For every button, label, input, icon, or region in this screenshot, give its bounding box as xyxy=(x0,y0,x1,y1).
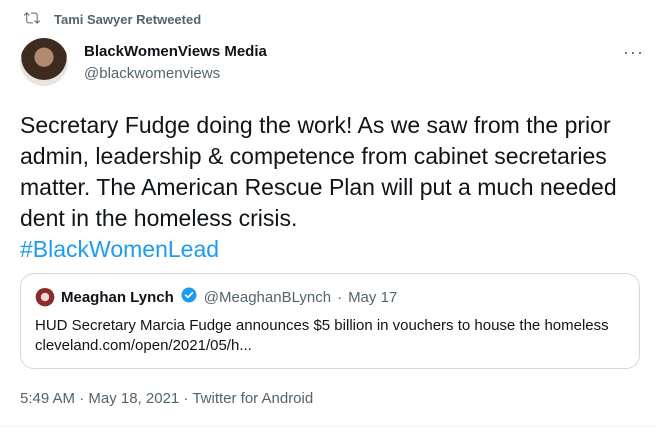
quoted-separator: · xyxy=(337,289,343,306)
author-display-name[interactable]: BlackWomenViews Media xyxy=(84,42,267,62)
retweet-label[interactable]: Tami Sawyer Retweeted xyxy=(54,12,201,27)
tweet-text: Secretary Fudge doing the work! As we sa… xyxy=(20,112,617,231)
quoted-handle: @MeaghanBLynch xyxy=(203,289,332,306)
tweet-header: BlackWomenViews Media @blackwomenviews ·… xyxy=(20,38,644,86)
quoted-date: May 17 xyxy=(348,289,398,306)
author-names: BlackWomenViews Media @blackwomenviews xyxy=(84,42,267,84)
verified-badge-icon xyxy=(180,286,198,310)
retweet-icon xyxy=(23,10,40,29)
retweet-context: Tami Sawyer Retweeted xyxy=(23,10,201,29)
tweet-body: Secretary Fudge doing the work! As we sa… xyxy=(20,110,640,265)
author-handle[interactable]: @blackwomenviews xyxy=(84,64,267,84)
more-options-icon[interactable]: ··· xyxy=(623,42,644,63)
quoted-tweet-text: HUD Secretary Marcia Fudge announces $5 … xyxy=(35,317,609,354)
quoted-tweet[interactable]: Meaghan Lynch @MeaghanBLynch · May 17 HU… xyxy=(20,273,640,369)
hashtag-link[interactable]: #BlackWomenLead xyxy=(20,236,219,262)
quoted-avatar xyxy=(35,288,55,308)
avatar[interactable] xyxy=(20,38,68,86)
tweet-timestamp[interactable]: 5:49 AM · May 18, 2021 · Twitter for And… xyxy=(20,390,313,407)
quoted-display-name: Meaghan Lynch xyxy=(61,289,174,306)
quoted-tweet-header: Meaghan Lynch @MeaghanBLynch · May 17 xyxy=(35,286,625,310)
